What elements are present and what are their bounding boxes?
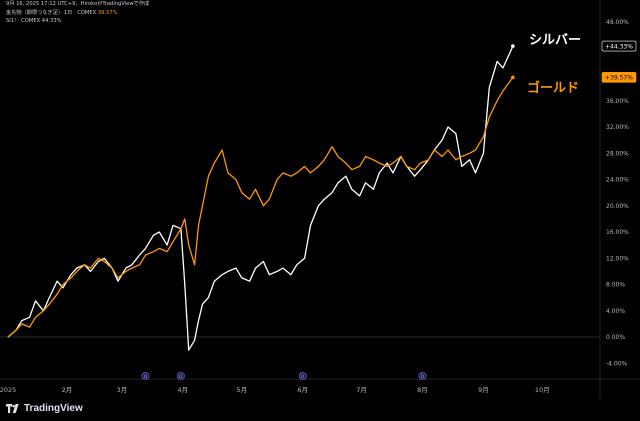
- x-axis: 2025 2月 3月 4月 5月 6月 7月 8月 9月 10月: [0, 0, 640, 400]
- last-value-labels: +44.33% +39.57%: [601, 40, 637, 83]
- last-value-label-gold: +39.57%: [605, 75, 633, 82]
- y-tick-label: 8.00%: [606, 282, 625, 289]
- y-axis: 48.00%44.00%40.00%36.00%32.00%28.00%24.0…: [606, 19, 629, 367]
- series-line-silver: [7, 45, 514, 351]
- x-tick-label: 2025: [0, 386, 16, 394]
- y-tick-label: 48.00%: [606, 19, 629, 26]
- tradingview-logo-text: TradingView: [24, 403, 83, 414]
- y-tick-label: -4.00%: [606, 360, 628, 367]
- comparison-line-chart[interactable]: 2025 2月 3月 4月 5月 6月 7月 8月 9月 10月 シルバーゴールド 48.00% 4…: [0, 0, 640, 400]
- tradingview-logo[interactable]: TradingView: [6, 403, 83, 414]
- event-marker-label: D: [144, 374, 148, 380]
- series-name-gold: ゴールド: [527, 80, 579, 96]
- x-tick-label: 10月: [535, 386, 550, 394]
- footer-bar: [0, 399, 640, 421]
- tradingview-logo-icon: [6, 404, 19, 413]
- series-layer: [7, 44, 515, 351]
- series-end-point-silver: [511, 44, 515, 48]
- x-tick-label: 5月: [236, 386, 247, 394]
- chart-frame: 9月 16, 2025 17:12 UTC+9、HirokoがTradingVi…: [0, 0, 640, 421]
- y-tick-label: 36.00%: [606, 98, 629, 105]
- y-tick-label: 24.00%: [606, 177, 629, 184]
- series-line-gold: [7, 76, 514, 338]
- last-value-label-silver: +44.33%: [605, 43, 633, 50]
- x-tick-label: 8月: [417, 386, 428, 394]
- y-tick-label: 28.00%: [606, 150, 629, 157]
- series-name-labels: シルバーゴールド: [527, 33, 581, 96]
- event-marker-label: D: [179, 374, 183, 380]
- event-marker-label: D: [301, 374, 305, 380]
- series-end-point-gold: [511, 75, 515, 80]
- x-tick-label: 7月: [356, 386, 367, 394]
- x-tick-label: 6月: [297, 386, 308, 394]
- x-tick-label: 3月: [117, 386, 128, 394]
- y-tick-label: 32.00%: [606, 124, 629, 131]
- y-tick-label: 4.00%: [606, 308, 625, 315]
- y-tick-label: 0.00%: [606, 334, 625, 341]
- x-tick-label: 2月: [62, 386, 73, 394]
- x-tick-label: 4月: [178, 386, 189, 394]
- y-tick-label: 12.00%: [606, 255, 629, 262]
- event-marker-label: D: [421, 374, 425, 380]
- y-tick-label: 16.00%: [606, 229, 629, 236]
- x-tick-label: 9月: [478, 386, 489, 394]
- series-name-silver: シルバー: [529, 33, 581, 48]
- y-tick-label: 20.00%: [606, 203, 629, 210]
